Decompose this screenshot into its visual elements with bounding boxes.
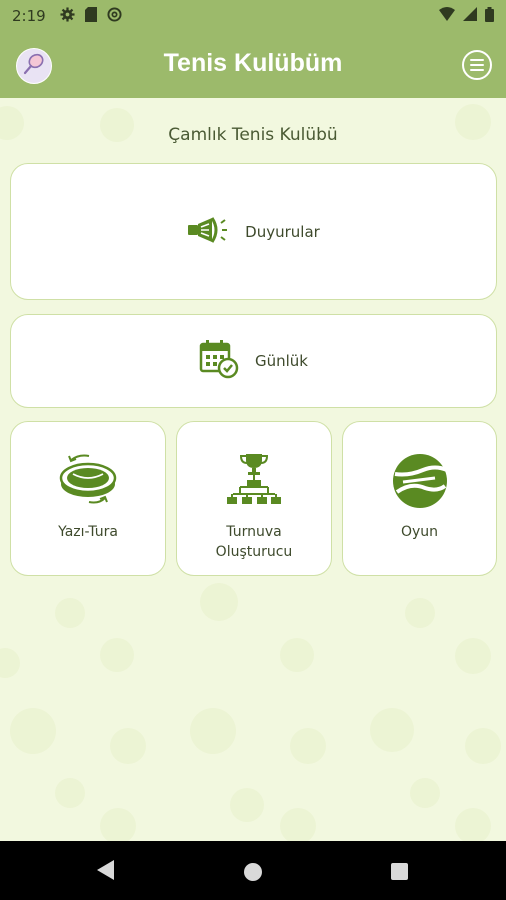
status-bar: 2:19	[0, 0, 506, 32]
tournament-label-line1: Turnuva	[226, 524, 282, 540]
hamburger-line	[470, 64, 484, 66]
coin-toss-card[interactable]: Yazı-Tura	[10, 421, 166, 576]
daily-card[interactable]: Günlük	[10, 314, 497, 408]
coin-toss-label: Yazı-Tura	[58, 524, 118, 540]
club-name: Çamlık Tenis Kulübü	[168, 125, 338, 145]
battery-icon	[485, 6, 494, 26]
back-triangle-icon[interactable]	[97, 860, 114, 884]
tournament-label: Turnuva Oluşturucu	[177, 522, 331, 562]
at-sign-icon	[107, 6, 122, 26]
game-card[interactable]: Oyun	[342, 421, 497, 576]
coin-flip-icon	[59, 452, 117, 508]
wifi-icon	[439, 7, 455, 25]
sd-card-icon	[84, 6, 97, 26]
cellular-signal-icon	[463, 7, 477, 25]
announcements-card[interactable]: Duyurular	[10, 163, 497, 300]
tennis-ball-icon	[391, 452, 449, 508]
recents-square-icon[interactable]	[391, 863, 408, 880]
home-circle-icon[interactable]	[244, 863, 262, 881]
daily-label: Günlük	[255, 352, 308, 370]
tournament-card[interactable]: Turnuva Oluşturucu	[176, 421, 332, 576]
tournament-bracket-icon	[226, 452, 282, 508]
hamburger-menu-icon	[470, 59, 484, 61]
system-nav-bar	[0, 841, 506, 900]
status-time: 2:19	[12, 7, 46, 25]
announcements-label: Duyurular	[245, 222, 320, 241]
tournament-label-line2: Oluşturucu	[215, 544, 293, 560]
app-title: Tenis Kulübüm	[163, 49, 343, 77]
hamburger-line	[470, 69, 484, 71]
megaphone-icon	[187, 215, 229, 249]
menu-button[interactable]	[462, 50, 492, 80]
app-bar: Tenis Kulübüm	[0, 32, 506, 98]
calendar-check-icon	[199, 339, 239, 383]
gear-icon	[60, 6, 75, 26]
game-label: Oyun	[400, 524, 439, 540]
main-content: Çamlık Tenis Kulübü Duyurular Günlük Yaz…	[0, 98, 506, 841]
